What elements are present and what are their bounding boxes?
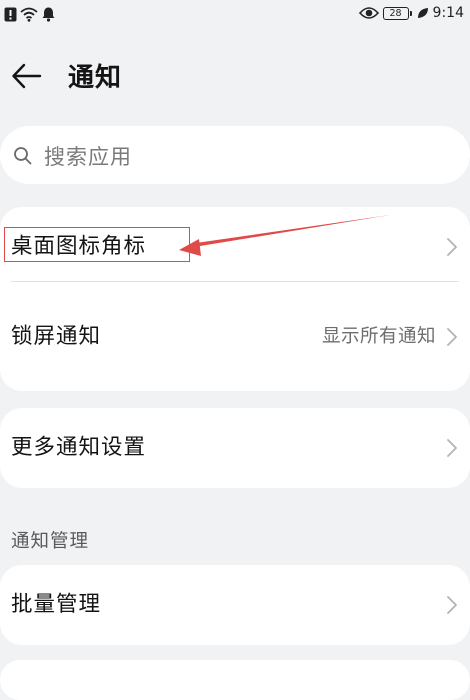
search-placeholder: 搜索应用: [44, 145, 132, 169]
battery-level: 28: [389, 7, 402, 19]
annotation-highlight-box: [4, 227, 190, 262]
leaf-icon: [417, 8, 428, 18]
chevron-right-icon: [447, 328, 457, 346]
alert-icon: [4, 7, 17, 21]
chevron-right-icon: [447, 439, 457, 457]
chevron-right-icon: [447, 238, 457, 256]
top-app-bar: 通知: [0, 45, 470, 105]
settings-card-management: 批量管理: [0, 565, 470, 645]
row-batch-management[interactable]: 批量管理: [0, 565, 470, 645]
row-value: 显示所有通知: [321, 326, 436, 347]
row-label: 批量管理: [11, 592, 102, 617]
status-time: 9:14: [432, 5, 464, 21]
settings-card-more: 更多通知设置: [0, 408, 470, 488]
settings-card-partial: [0, 660, 470, 700]
eye-icon: [358, 7, 379, 19]
status-left-icons: [4, 6, 56, 22]
row-divider: [11, 281, 459, 282]
back-arrow-icon[interactable]: [10, 59, 44, 93]
row-label: 锁屏通知: [11, 324, 102, 349]
notification-bell-icon: [42, 7, 55, 22]
chevron-right-icon: [447, 596, 457, 614]
wifi-icon: [20, 7, 38, 22]
search-icon: [14, 147, 32, 165]
row-lock-screen-notifications[interactable]: 锁屏通知 显示所有通知: [0, 297, 470, 377]
battery-icon: 28: [382, 6, 412, 20]
search-input[interactable]: 搜索应用: [0, 126, 470, 184]
section-header-notification-management: 通知管理: [11, 531, 90, 552]
row-label: 更多通知设置: [11, 435, 147, 460]
row-more-notification-settings[interactable]: 更多通知设置: [0, 408, 470, 488]
status-right-icons: 28 9:14: [358, 5, 464, 21]
page-title: 通知: [68, 63, 123, 93]
status-bar: 28 9:14: [0, 0, 470, 30]
